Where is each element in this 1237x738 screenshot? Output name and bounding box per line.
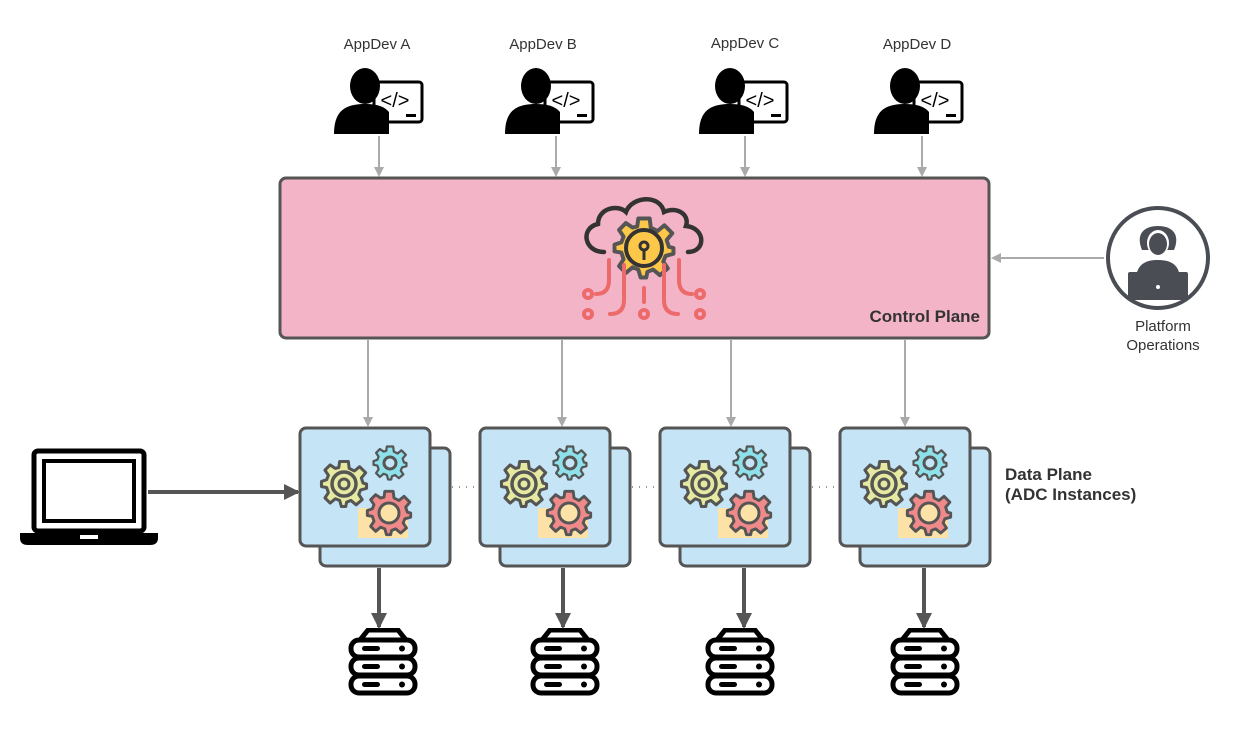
adc-instance (478, 426, 632, 568)
platform-ops-label-line1: Platform (1135, 318, 1191, 335)
developer-arrows (374, 136, 927, 177)
developer-group: AppDev A AppDev B AppDev C AppDev D (334, 35, 964, 177)
data-plane (298, 426, 992, 568)
adc-instance (838, 426, 992, 568)
server-stack-icon (893, 630, 957, 693)
developer-icon (334, 68, 424, 134)
adc-instance (658, 426, 812, 568)
control-plane-label: Control Plane (869, 307, 980, 326)
architecture-diagram: </> AppDev A (20, 35, 1210, 738)
developer-label-a: AppDev A (344, 36, 411, 53)
data-plane-label-line1: Data Plane (1005, 465, 1092, 484)
server-stack-icon (351, 630, 415, 693)
control-to-data-arrows (363, 339, 910, 427)
laptop-icon (20, 448, 158, 545)
server-stack-icon (708, 630, 772, 693)
platform-ops-label-line2: Operations (1126, 337, 1199, 354)
developer-icon (874, 68, 964, 134)
backend-arrows (371, 568, 932, 629)
adc-instance (298, 426, 452, 568)
operator-laptop-icon (1106, 206, 1210, 310)
data-plane-label-line2: (ADC Instances) (1005, 485, 1136, 504)
developer-icon (505, 68, 595, 134)
developer-label-d: AppDev D (883, 36, 952, 53)
control-plane: Control Plane (278, 176, 991, 340)
developer-label-c: AppDev C (711, 35, 780, 52)
developer-icon (699, 68, 789, 134)
server-stack-icon (533, 630, 597, 693)
platform-operations: Platform Operations (991, 206, 1210, 354)
developer-label-b: AppDev B (509, 36, 577, 53)
